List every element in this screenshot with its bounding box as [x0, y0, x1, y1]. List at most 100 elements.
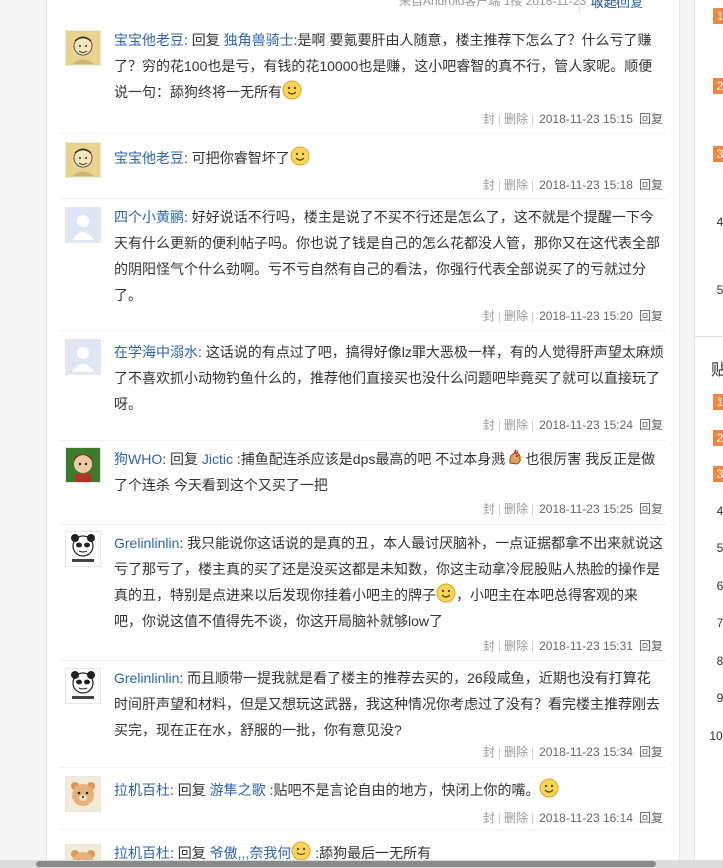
avatar[interactable] — [65, 142, 101, 178]
reply-text: :舔狗最后一无所有 — [315, 845, 432, 861]
rank-badge: 2 — [713, 430, 723, 446]
reply-link[interactable]: 回复 — [639, 112, 663, 126]
seal-link[interactable]: 封 — [483, 639, 495, 653]
reply-item: 宝宝他老豆: 可把你睿智坏了 封 | 删除 | 2018-11-23 15:18 回复 — [47, 142, 679, 199]
avatar[interactable] — [65, 531, 101, 567]
seal-link[interactable]: 封 — [483, 418, 495, 432]
reply-text: 而且顺带一提我就是看了楼主的推荐去买的，26段咸鱼，近期也没有打算花时间肝声望和… — [114, 670, 660, 738]
reply-content: 在学海中溺水: 这话说的有点过了吧，搞得好像lz罪大恶极一样，有的人觉得肝声望太… — [114, 344, 664, 412]
rank-badge: 1 — [713, 8, 723, 24]
username-link[interactable]: 四个小黄鹂 — [114, 209, 184, 225]
rank-badge: 7 — [716, 616, 723, 630]
reply-link[interactable]: 回复 — [639, 309, 663, 323]
delete-link[interactable]: 删除 — [504, 112, 528, 126]
delete-link[interactable]: 删除 — [504, 639, 528, 653]
separator: | — [531, 178, 535, 192]
reply-date: 2018-11-23 15:34 — [539, 745, 633, 759]
reply-text: :捕鱼配连杀应该是dps最高的吧 不过本身溅 — [236, 451, 506, 467]
separator: | — [531, 418, 535, 432]
delete-link[interactable]: 删除 — [504, 178, 528, 192]
seal-link[interactable]: 封 — [483, 745, 495, 759]
reply-link[interactable]: 回复 — [639, 745, 663, 759]
reply-content: Grelinlinlin: 而且顺带一提我就是看了楼主的推荐去买的，26段咸鱼，… — [114, 670, 660, 738]
separator: | — [531, 639, 535, 653]
delete-link[interactable]: 删除 — [504, 309, 528, 323]
reply-date: 2018-11-23 15:24 — [539, 418, 633, 432]
username-link[interactable]: 拉机百杜 — [114, 782, 170, 798]
seal-link[interactable]: 封 — [483, 502, 495, 516]
reply-item: Grelinlinlin: 我只能说你这话说的是真的丑，本人最讨厌脑补，一点证据… — [47, 531, 679, 661]
divider — [695, 336, 723, 337]
username-link[interactable]: 拉机百杜 — [114, 845, 170, 861]
rank-badge: 6 — [716, 579, 723, 593]
reply-link[interactable]: 回复 — [639, 418, 663, 432]
collapse-replies-link[interactable]: 收起回复 — [591, 0, 643, 11]
avatar[interactable] — [65, 30, 101, 66]
referenced-user-link[interactable]: 独角兽骑士 — [224, 32, 294, 48]
sidebar-section-title: 贴 — [711, 356, 723, 380]
username-link[interactable]: Grelinlinlin — [114, 670, 179, 686]
referenced-user-link[interactable]: 爷傲,,,奈我何 — [210, 845, 292, 861]
reply-word: 回复 — [177, 782, 206, 798]
reply-date: 2018-11-23 15:18 — [539, 178, 633, 192]
reply-content: Grelinlinlin: 我只能说你这话说的是真的丑，本人最讨厌脑补，一点证据… — [114, 535, 664, 629]
reply-link[interactable]: 回复 — [639, 639, 663, 653]
avatar[interactable] — [65, 339, 101, 375]
referenced-user-link[interactable]: Jictic — [202, 451, 233, 467]
seal-link[interactable]: 封 — [483, 112, 495, 126]
reply-link[interactable]: 回复 — [639, 502, 663, 516]
smile-emoji-icon — [539, 778, 559, 798]
reply-meta: 封 | 删除 | 2018-11-23 16:14 回复 — [483, 809, 663, 826]
delete-link[interactable]: 删除 — [504, 745, 528, 759]
username-link[interactable]: 在学海中溺水 — [114, 344, 198, 360]
reply-date: 2018-11-23 15:15 — [539, 112, 633, 126]
separator: | — [531, 811, 535, 825]
separator: | — [497, 418, 501, 432]
reply-date: 2018-11-23 15:25 — [539, 502, 633, 516]
avatar-character-icon — [66, 448, 100, 482]
rank-badge: 4 — [716, 504, 723, 518]
rank-badge: 8 — [716, 654, 723, 668]
reply-meta: 封 | 删除 | 2018-11-23 15:15 回复 — [483, 110, 663, 127]
reply-content: 拉机百杜: 回复 游隼之歌 :贴吧不是言论自由的地方，快闭上你的嘴。 — [114, 777, 664, 803]
avatar[interactable] — [65, 207, 101, 243]
username-link[interactable]: 狗WHO — [114, 451, 162, 467]
username-link[interactable]: Grelinlinlin — [114, 535, 179, 551]
avatar[interactable] — [65, 447, 101, 483]
reply-item: 狗WHO: 回复 Jictic :捕鱼配连杀应该是dps最高的吧 不过本身溅 也很… — [47, 447, 679, 525]
reply-link[interactable]: 回复 — [639, 811, 663, 825]
avatar[interactable] — [65, 776, 101, 812]
separator: | — [497, 745, 501, 759]
separator: | — [497, 639, 501, 653]
rank-badge: 4 — [716, 215, 723, 229]
username-link[interactable]: 宝宝他老豆 — [114, 150, 184, 166]
reply-meta: 封 | 删除 | 2018-11-23 15:25 回复 — [483, 500, 663, 517]
reply-meta: 封 | 删除 | 2018-11-23 15:18 回复 — [483, 176, 663, 193]
reply-meta: 封 | 删除 | 2018-11-23 15:24 回复 — [483, 416, 663, 433]
reply-meta: 封 | 删除 | 2018-11-23 15:34 回复 — [483, 743, 663, 760]
reply-item: 在学海中溺水: 这话说的有点过了吧，搞得好像lz罪大恶极一样，有的人觉得肝声望太… — [47, 339, 679, 441]
reply-panel: 来自Android客户端 1楼 2018-11-23 12:04 收起回复 宝宝… — [46, 0, 680, 868]
default-avatar-icon — [66, 208, 100, 242]
separator: | — [531, 745, 535, 759]
scrollbar-thumb[interactable] — [36, 861, 656, 867]
smile-emoji-icon — [436, 583, 456, 603]
parent-post-meta: 来自Android客户端 1楼 2018-11-23 12:04 — [399, 0, 620, 8]
seal-link[interactable]: 封 — [483, 309, 495, 323]
seal-link[interactable]: 封 — [483, 178, 495, 192]
referenced-user-link[interactable]: 游隼之歌 — [210, 782, 266, 798]
delete-link[interactable]: 删除 — [504, 418, 528, 432]
rank-badge: 3 — [713, 146, 723, 162]
avatar[interactable] — [65, 668, 101, 704]
avatar-panda-meme-icon — [66, 532, 100, 566]
rank-badge: 5 — [716, 283, 723, 297]
reply-item: 宝宝他老豆: 回复 独角兽骑士:是啊 要氪要肝由人随意，楼主推荐下怎么了？什么亏… — [47, 30, 679, 134]
seal-link[interactable]: 封 — [483, 811, 495, 825]
username-link[interactable]: 宝宝他老豆 — [114, 32, 184, 48]
rank-badge: 2 — [713, 78, 723, 94]
reply-link[interactable]: 回复 — [639, 178, 663, 192]
delete-link[interactable]: 删除 — [504, 811, 528, 825]
rank-badge: 3 — [713, 466, 723, 482]
reply-meta: 封 | 删除 | 2018-11-23 15:31 回复 — [483, 637, 663, 654]
delete-link[interactable]: 删除 — [504, 502, 528, 516]
